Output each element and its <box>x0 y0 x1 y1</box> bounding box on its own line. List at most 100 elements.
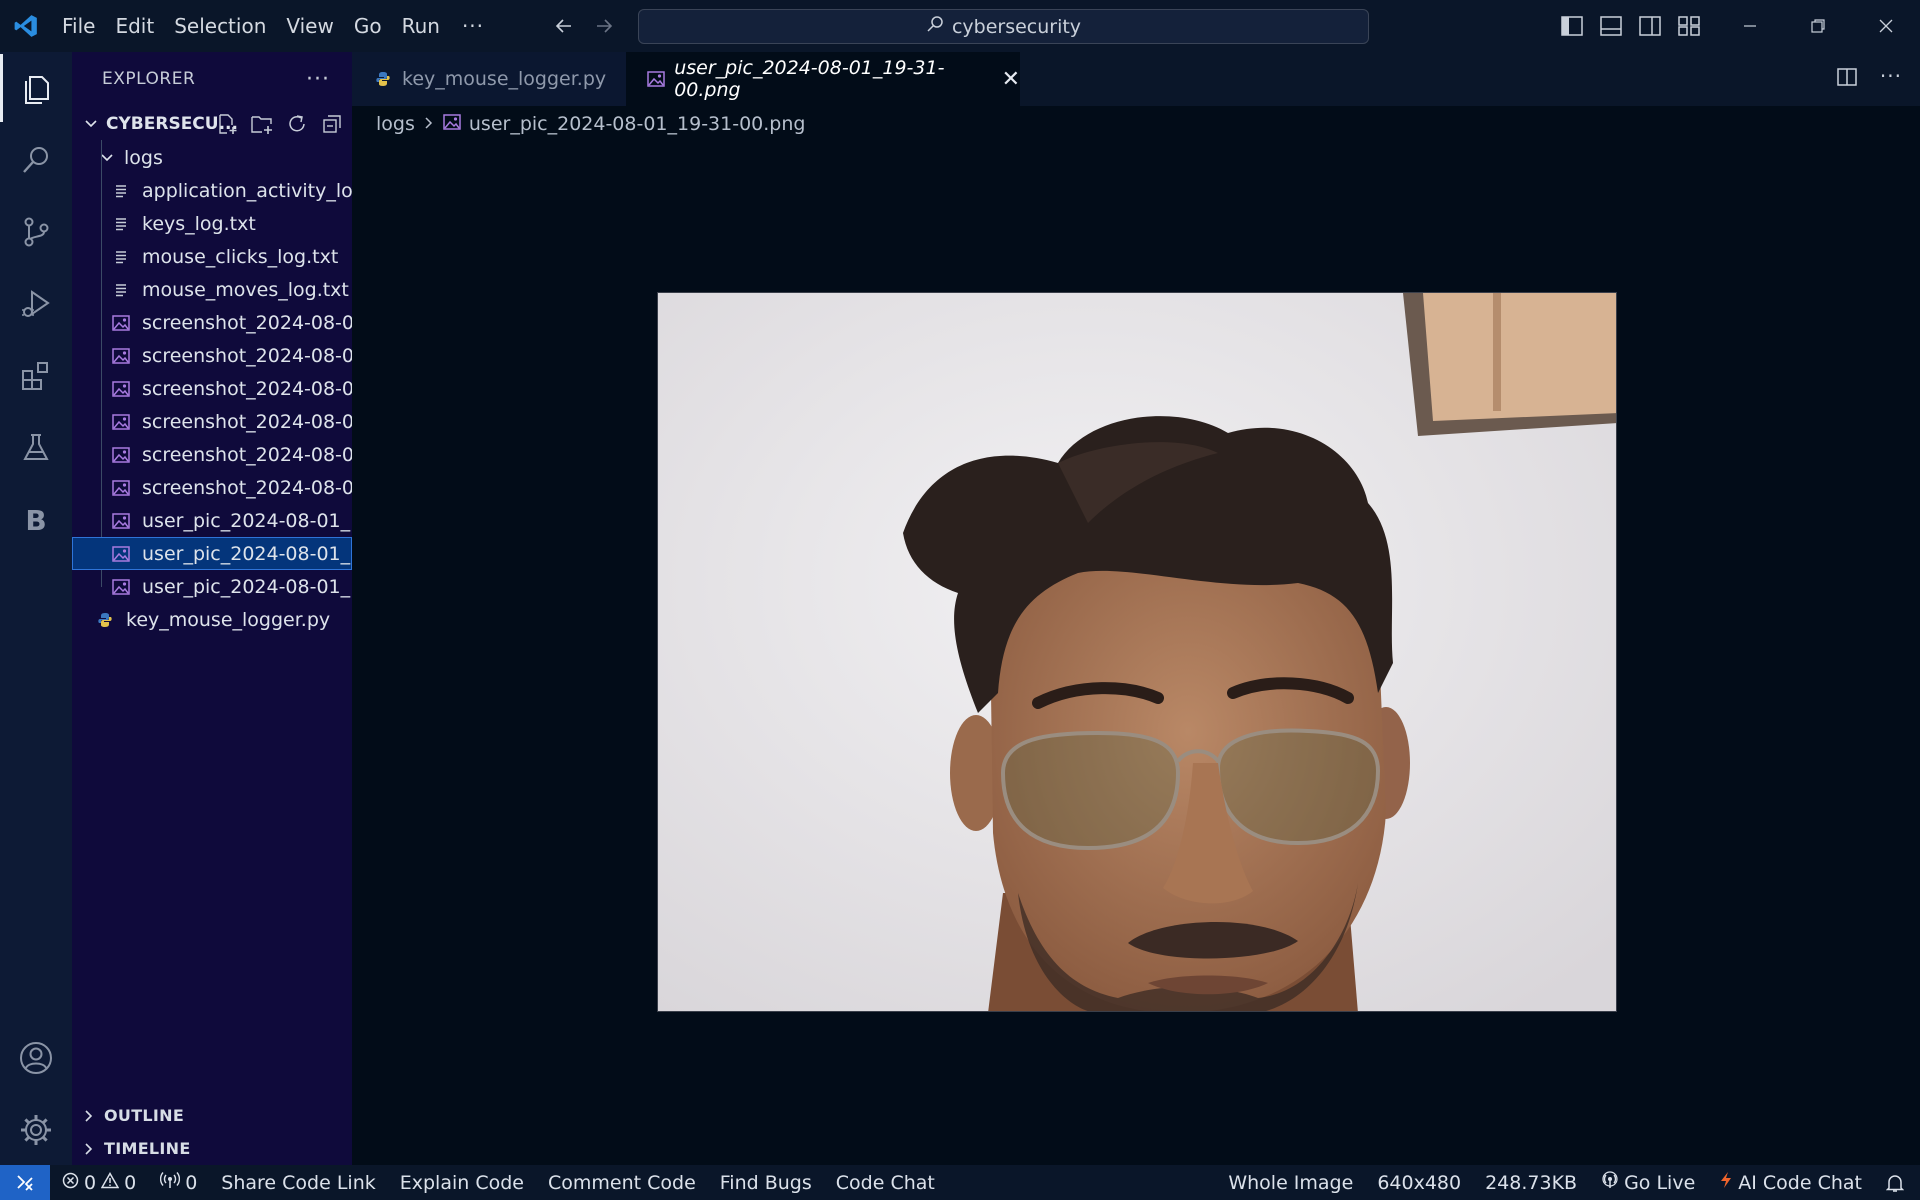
timeline-section[interactable]: TIMELINE <box>72 1132 352 1165</box>
file-item[interactable]: screenshot_2024-08-01... <box>72 339 352 372</box>
chevron-right-icon <box>423 113 435 135</box>
file-item[interactable]: user_pic_2024-08-01_1... <box>72 570 352 603</box>
problems-indicator[interactable]: 0 0 <box>50 1165 148 1200</box>
menu-go[interactable]: Go <box>344 6 392 46</box>
file-item[interactable]: screenshot_2024-08-01... <box>72 306 352 339</box>
breadcrumb: logs user_pic_2024-08-01_19-31-00.png <box>376 110 805 138</box>
source-control-icon[interactable] <box>0 198 72 266</box>
file-name: mouse_moves_log.txt <box>142 278 349 301</box>
explorer-more-button[interactable]: ··· <box>306 67 330 92</box>
navigation-arrows <box>548 10 620 42</box>
toggle-primary-sidebar-icon[interactable] <box>1558 12 1586 40</box>
customize-layout-icon[interactable] <box>1675 12 1703 40</box>
search-view-icon[interactable] <box>0 126 72 194</box>
outline-section[interactable]: OUTLINE <box>72 1099 352 1132</box>
ai-code-chat-button[interactable]: AI Code Chat <box>1707 1165 1874 1200</box>
tab-key-mouse-logger[interactable]: key_mouse_logger.py <box>352 52 626 106</box>
file-item[interactable]: keys_log.txt <box>72 207 352 240</box>
file-name: screenshot_2024-08-01... <box>142 476 352 499</box>
image-file-icon <box>108 314 134 331</box>
menu-selection[interactable]: Selection <box>164 6 276 46</box>
search-text: cybersecurity <box>951 15 1082 38</box>
image-file-icon <box>108 380 134 397</box>
toggle-panel-icon[interactable] <box>1597 12 1625 40</box>
file-item[interactable]: screenshot_2024-08-01... <box>72 372 352 405</box>
menu-run[interactable]: Run <box>392 6 450 46</box>
error-icon <box>62 1172 79 1194</box>
extensions-icon[interactable] <box>0 342 72 410</box>
search-icon <box>926 15 944 38</box>
menu-edit[interactable]: Edit <box>105 6 164 46</box>
tab-user-pic[interactable]: user_pic_2024-08-01_19-31-00.png ✕ <box>626 52 1020 106</box>
notifications-bell-icon[interactable] <box>1874 1165 1920 1200</box>
minimize-icon[interactable] <box>1716 0 1784 52</box>
file-key-mouse-logger[interactable]: key_mouse_logger.py <box>72 603 352 636</box>
image-file-icon <box>108 512 134 529</box>
go-live-button[interactable]: Go Live <box>1589 1165 1707 1200</box>
broadcast-icon <box>160 1171 181 1194</box>
file-item[interactable]: user_pic_2024-08-01_1... <box>72 504 352 537</box>
python-file-icon <box>372 71 394 87</box>
image-dimensions: 640x480 <box>1377 1171 1462 1194</box>
file-item[interactable]: mouse_moves_log.txt <box>72 273 352 306</box>
more-actions-icon[interactable]: ··· <box>1880 66 1902 92</box>
file-name: user_pic_2024-08-01_1... <box>142 542 352 565</box>
close-window-icon[interactable] <box>1852 0 1920 52</box>
workspace-folder[interactable]: CYBERSECU... <box>72 108 352 140</box>
image-file-icon <box>108 446 134 463</box>
status-bar-right: Whole Image 640x480 248.73KB Go Live AI … <box>1216 1165 1920 1200</box>
file-name: keys_log.txt <box>142 212 256 235</box>
close-tab-icon[interactable]: ✕ <box>1002 67 1020 92</box>
file-item[interactable]: application_activity_log... <box>72 174 352 207</box>
folder-logs[interactable]: logs <box>72 141 352 174</box>
breadcrumb-file[interactable]: user_pic_2024-08-01_19-31-00.png <box>469 113 806 135</box>
b-extension-icon[interactable]: B <box>0 486 72 554</box>
vscode-logo-icon <box>0 0 52 52</box>
file-name: screenshot_2024-08-01... <box>142 377 352 400</box>
refresh-icon[interactable] <box>285 112 309 136</box>
file-item[interactable]: screenshot_2024-08-01... <box>72 438 352 471</box>
file-item[interactable]: mouse_clicks_log.txt <box>72 240 352 273</box>
menu-file[interactable]: File <box>52 6 105 46</box>
find-bugs-button[interactable]: Find Bugs <box>708 1165 824 1200</box>
settings-gear-icon[interactable] <box>0 1096 72 1164</box>
ports-indicator[interactable]: 0 <box>148 1165 209 1200</box>
restore-icon[interactable] <box>1784 0 1852 52</box>
file-item[interactable]: screenshot_2024-08-01... <box>72 471 352 504</box>
image-preview[interactable] <box>657 292 1617 1012</box>
new-folder-icon[interactable] <box>250 112 274 136</box>
go-live-label: Go Live <box>1624 1171 1696 1194</box>
explorer-icon[interactable] <box>0 54 72 122</box>
explorer-header: EXPLORER ··· <box>72 52 352 106</box>
text-file-icon <box>108 183 134 199</box>
accounts-icon[interactable] <box>0 1024 72 1092</box>
collapse-all-icon[interactable] <box>320 112 344 136</box>
chevron-down-icon <box>76 117 106 131</box>
menu-view[interactable]: View <box>276 6 343 46</box>
tab-bar: key_mouse_logger.py user_pic_2024-08-01_… <box>352 52 1920 106</box>
code-chat-button[interactable]: Code Chat <box>824 1165 947 1200</box>
chevron-right-icon <box>74 1142 104 1156</box>
breadcrumb-folder[interactable]: logs <box>376 113 415 135</box>
image-file-icon <box>108 578 134 595</box>
file-item-selected[interactable]: user_pic_2024-08-01_1... <box>72 537 352 570</box>
file-item[interactable]: screenshot_2024-08-01... <box>72 405 352 438</box>
share-code-link-button[interactable]: Share Code Link <box>209 1165 387 1200</box>
file-name: screenshot_2024-08-01... <box>142 443 352 466</box>
forward-arrow-icon[interactable] <box>588 10 620 42</box>
command-center-search[interactable]: cybersecurity <box>638 9 1369 44</box>
remote-indicator-icon[interactable] <box>0 1165 50 1200</box>
zoom-mode-button[interactable]: Whole Image <box>1216 1165 1365 1200</box>
back-arrow-icon[interactable] <box>548 10 580 42</box>
run-debug-icon[interactable] <box>0 270 72 338</box>
file-name: key_mouse_logger.py <box>126 608 331 631</box>
menu-more-button[interactable]: ··· <box>450 14 496 38</box>
split-editor-icon[interactable] <box>1836 66 1858 92</box>
comment-code-button[interactable]: Comment Code <box>536 1165 708 1200</box>
explain-code-button[interactable]: Explain Code <box>388 1165 536 1200</box>
folder-actions <box>215 112 344 136</box>
folder-logs-label: logs <box>124 146 163 169</box>
testing-flask-icon[interactable] <box>0 414 72 482</box>
new-file-icon[interactable] <box>215 112 239 136</box>
toggle-secondary-sidebar-icon[interactable] <box>1636 12 1664 40</box>
